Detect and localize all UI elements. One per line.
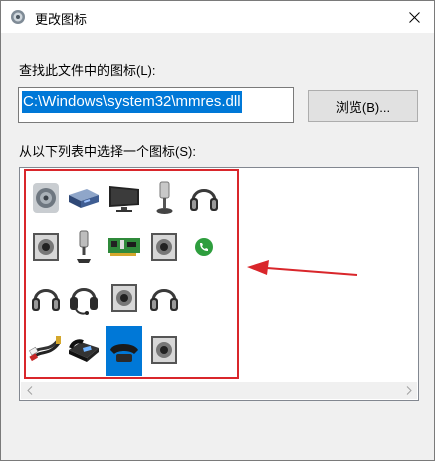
speaker-box-icon: [151, 336, 177, 364]
icon-item[interactable]: [106, 174, 142, 222]
icon-item[interactable]: [146, 274, 182, 322]
icon-item[interactable]: [146, 174, 182, 222]
browse-button[interactable]: 浏览(B)...: [308, 90, 418, 122]
sound-card-icon: [108, 238, 140, 256]
find-icons-label: 查找此文件中的图标(L):: [19, 63, 156, 78]
icon-item[interactable]: [66, 174, 102, 222]
speaker-box-icon: [33, 233, 59, 261]
icon-item[interactable]: [66, 326, 102, 374]
handset-icon: [110, 344, 138, 362]
annotation-arrow-icon: [247, 260, 358, 276]
icon-item[interactable]: [28, 174, 64, 222]
select-icon-label: 从以下列表中选择一个图标(S):: [19, 144, 196, 159]
microphone-icon: [77, 230, 91, 263]
chevron-left-icon: [26, 386, 32, 395]
chevron-right-icon: [406, 386, 412, 395]
icon-item-selected[interactable]: [106, 326, 142, 376]
horizontal-scrollbar[interactable]: [21, 382, 417, 399]
icon-item[interactable]: [186, 174, 222, 222]
speaker-box-icon: [111, 284, 137, 312]
scroll-right-button[interactable]: [400, 382, 417, 399]
scroll-left-button[interactable]: [21, 382, 38, 399]
set-top-box-icon: [69, 189, 99, 208]
monitor-icon: [109, 186, 139, 212]
icon-item[interactable]: [106, 274, 142, 322]
icon-item[interactable]: [28, 223, 64, 271]
icon-item[interactable]: [106, 223, 142, 271]
microphone-stand-icon: [156, 181, 173, 214]
file-path-input[interactable]: C:\Windows\system32\mmres.dll: [18, 87, 294, 123]
icon-item[interactable]: [28, 326, 64, 374]
headphones-icon: [150, 289, 178, 311]
headset-mic-icon: [70, 288, 98, 315]
file-path-value: C:\Windows\system32\mmres.dll: [22, 91, 242, 113]
window-title: 更改图标: [35, 12, 88, 27]
speaker-box-icon: [151, 233, 177, 261]
headphones-icon: [32, 289, 60, 311]
close-button[interactable]: [394, 1, 434, 33]
icon-item[interactable]: [66, 223, 102, 271]
close-icon: [408, 11, 420, 23]
icon-item[interactable]: [146, 223, 182, 271]
icon-item[interactable]: [186, 223, 222, 271]
icon-item[interactable]: [66, 274, 102, 322]
audio-cable-icon: [29, 336, 61, 362]
speaker-icon: [33, 183, 59, 213]
headphones-icon: [190, 189, 218, 211]
desk-phone-icon: [69, 339, 99, 362]
icon-list[interactable]: [19, 167, 419, 401]
phone-green-icon: [195, 238, 213, 256]
change-icon-dialog: 更改图标 查找此文件中的图标(L): C:\Windows\system32\m…: [0, 0, 435, 461]
app-icon: [11, 10, 25, 24]
icon-item[interactable]: [28, 274, 64, 322]
icon-item[interactable]: [146, 326, 182, 374]
title-bar: 更改图标: [1, 1, 434, 33]
